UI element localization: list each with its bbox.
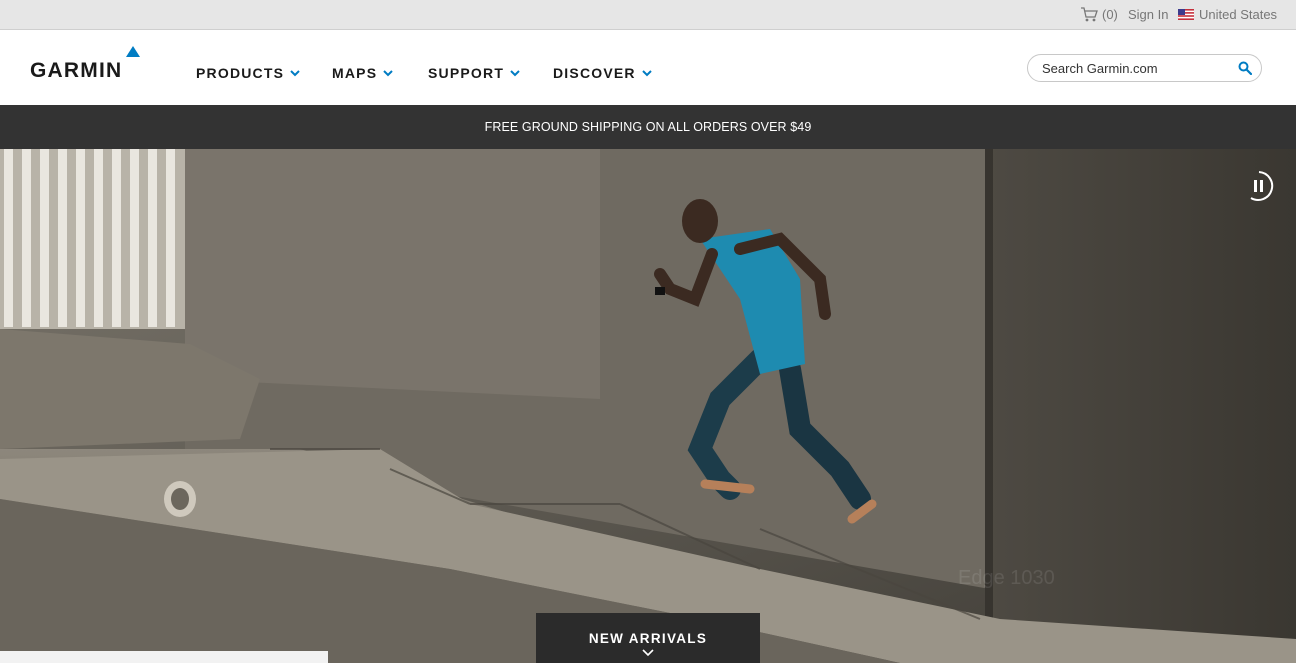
- nav-discover[interactable]: DISCOVER: [553, 65, 652, 81]
- chevron-down-icon: [383, 69, 393, 76]
- search-input[interactable]: [1042, 60, 1232, 77]
- shipping-promo-banner[interactable]: FREE GROUND SHIPPING ON ALL ORDERS OVER …: [0, 105, 1296, 149]
- new-arrivals-label: NEW ARRIVALS: [588, 631, 708, 646]
- cart-link[interactable]: (0): [1080, 7, 1118, 22]
- content-strip: [0, 651, 328, 663]
- us-flag-icon: [1178, 9, 1194, 20]
- sign-in-link[interactable]: Sign In: [1128, 7, 1168, 22]
- chevron-down-icon: [510, 69, 520, 76]
- nav-products[interactable]: PRODUCTS: [196, 65, 300, 81]
- chevron-down-icon: [642, 649, 654, 657]
- utility-bar: (0) Sign In United States: [0, 0, 1296, 30]
- country-selector[interactable]: United States: [1178, 7, 1277, 22]
- new-arrivals-button[interactable]: NEW ARRIVALS: [536, 613, 760, 663]
- cart-count: (0): [1102, 7, 1118, 22]
- nav-support-label: SUPPORT: [428, 65, 505, 81]
- garmin-logo[interactable]: GARMIN: [30, 46, 145, 86]
- logo-wordmark: GARMIN: [30, 59, 123, 82]
- search-box: [1027, 54, 1262, 82]
- hero-carousel[interactable]: Edge 1030 NEW ARRIVALS: [0, 149, 1296, 663]
- hero-image: [0, 149, 1296, 663]
- nav-discover-label: DISCOVER: [553, 65, 636, 81]
- nav-maps-label: MAPS: [332, 65, 378, 81]
- promo-text: FREE GROUND SHIPPING ON ALL ORDERS OVER …: [484, 120, 812, 134]
- nav-support[interactable]: SUPPORT: [428, 65, 520, 81]
- hero-caption: Edge 1030: [958, 567, 1055, 589]
- country-label: United States: [1199, 7, 1278, 22]
- pause-icon[interactable]: [1243, 170, 1275, 202]
- chevron-down-icon: [290, 69, 300, 76]
- main-header: GARMIN PRODUCTS MAPS SUPPORT DISCOVER: [0, 30, 1296, 105]
- chevron-down-icon: [642, 69, 652, 76]
- nav-products-label: PRODUCTS: [196, 65, 285, 81]
- cart-icon: [1081, 7, 1098, 22]
- logo-triangle-icon: [126, 46, 140, 57]
- nav-maps[interactable]: MAPS: [332, 65, 393, 81]
- search-icon[interactable]: [1238, 61, 1252, 75]
